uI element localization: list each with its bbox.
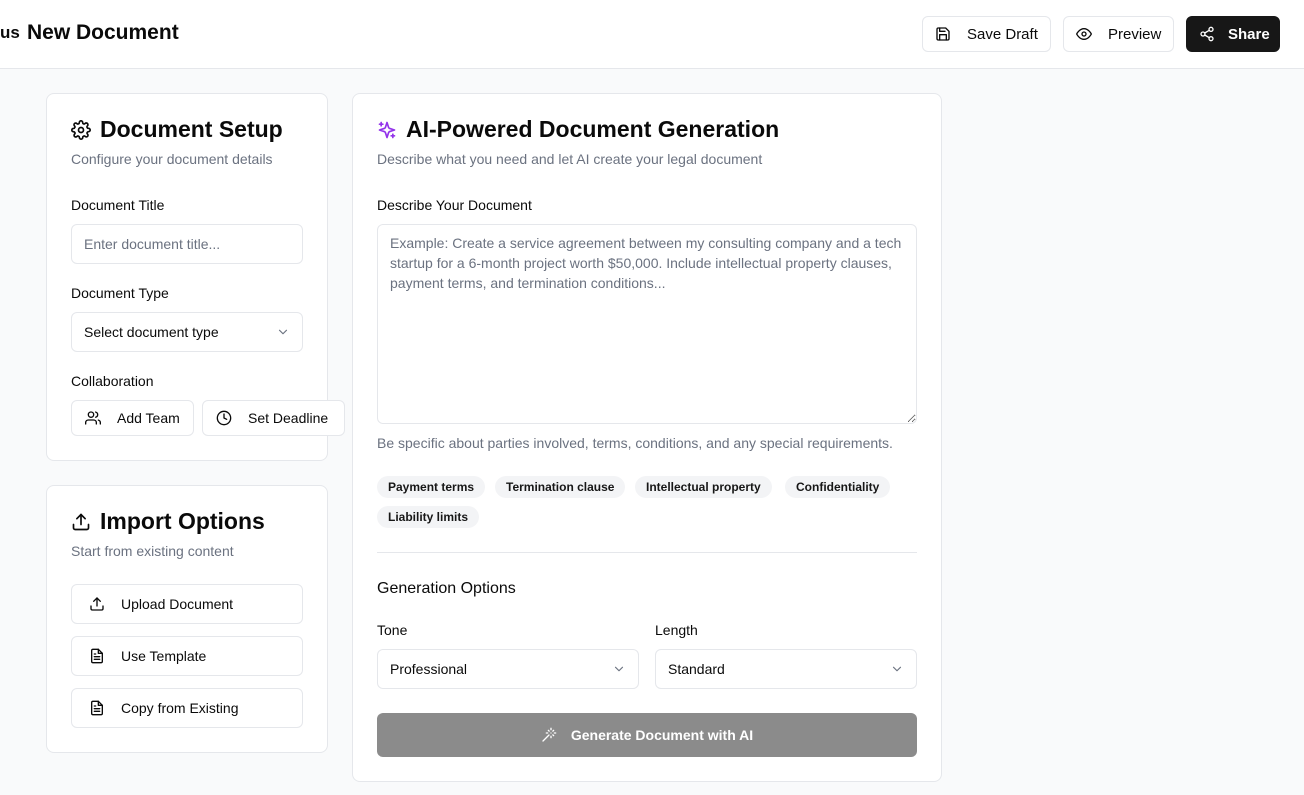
suggestion-chip[interactable]: Liability limits [377,506,480,528]
upload-document-button[interactable]: Upload Document [71,584,303,624]
section-divider [377,552,917,553]
copy-from-existing-button[interactable]: Copy from Existing [71,688,303,728]
gear-icon [71,119,91,140]
breadcrumb-fragment[interactable]: us [0,23,20,43]
share-label: Share [1228,25,1270,43]
length-select[interactable]: Standard [655,649,917,689]
chevron-down-icon [276,325,290,339]
import-options-title: Import Options [71,508,265,535]
set-deadline-button[interactable]: Set Deadline [202,400,345,436]
clock-icon [216,410,232,426]
magic-wand-icon [541,727,557,743]
share-icon [1199,26,1215,42]
eye-icon [1076,26,1092,42]
document-setup-subtitle: Configure your document details [71,151,273,167]
generation-options-heading: Generation Options [377,580,516,597]
tone-label: Tone [377,622,408,638]
tone-select[interactable]: Professional [377,649,639,689]
upload-icon [89,596,105,612]
save-draft-label: Save Draft [967,25,1038,43]
ai-generation-title: AI-Powered Document Generation [377,116,779,143]
suggestion-chip[interactable]: Intellectual property [635,476,772,498]
describe-document-label: Describe Your Document [377,197,532,213]
chevron-down-icon [612,662,626,676]
top-header: us New Document Save Draft Preview Share [0,0,1304,69]
add-team-button[interactable]: Add Team [71,400,194,436]
use-template-button[interactable]: Use Template [71,636,303,676]
describe-hint: Be specific about parties involved, term… [377,435,893,451]
file-text-icon [89,648,105,664]
tone-value: Professional [390,661,468,677]
generate-document-label: Generate Document with AI [570,727,754,743]
sparkles-icon [377,120,397,140]
import-options-subtitle: Start from existing content [71,543,234,559]
document-setup-title: Document Setup [71,116,283,143]
import-options-card: Import Options Start from existing conte… [46,485,328,753]
save-draft-button[interactable]: Save Draft [922,16,1051,52]
document-type-select[interactable]: Select document type [71,312,303,352]
copy-from-existing-label: Copy from Existing [121,700,239,716]
ai-generation-subtitle: Describe what you need and let AI create… [377,151,763,167]
chevron-down-icon [890,662,904,676]
import-options-heading: Import Options [100,508,265,534]
document-setup-card: Document Setup Configure your document d… [46,93,345,461]
length-value: Standard [668,661,725,677]
file-text-icon [89,700,105,716]
upload-icon [71,512,91,532]
share-button[interactable]: Share [1186,16,1280,52]
set-deadline-label: Set Deadline [248,410,329,426]
generate-document-button[interactable]: Generate Document with AI [377,713,917,757]
preview-label: Preview [1108,25,1162,43]
preview-button[interactable]: Preview [1063,16,1174,52]
collaboration-label: Collaboration [71,373,154,389]
suggestion-chip[interactable]: Confidentiality [785,476,891,498]
document-title-input[interactable] [71,224,303,264]
upload-document-label: Upload Document [121,596,234,612]
ai-generation-heading: AI-Powered Document Generation [406,116,780,142]
save-icon [935,26,951,42]
ai-generation-card: AI-Powered Document Generation Describe … [352,93,942,782]
suggestion-chip[interactable]: Termination clause [495,476,626,498]
document-setup-heading: Document Setup [100,116,283,142]
page-title: New Document [27,21,179,44]
length-label: Length [655,622,698,638]
users-icon [85,410,101,426]
describe-document-textarea[interactable] [377,224,917,424]
document-type-value: Select document type [84,324,219,340]
suggestion-chip[interactable]: Payment terms [377,476,486,498]
document-type-label: Document Type [71,285,169,301]
add-team-label: Add Team [117,410,180,426]
use-template-label: Use Template [121,648,207,664]
document-title-label: Document Title [71,197,165,213]
